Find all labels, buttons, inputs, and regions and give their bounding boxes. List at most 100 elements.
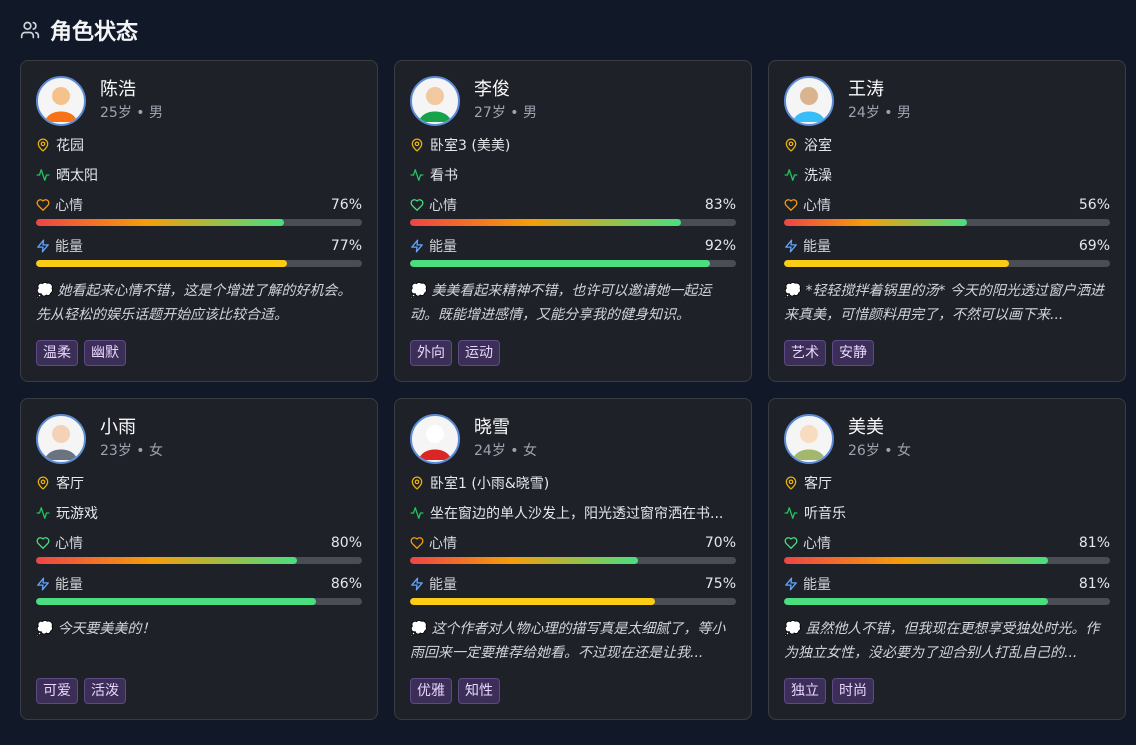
trait-tag[interactable]: 可爱 [36, 678, 78, 704]
map-pin-icon [36, 476, 50, 490]
card-header: 美美 26岁 • 女 [784, 413, 1110, 465]
trait-tag[interactable]: 外向 [410, 340, 452, 366]
trait-tag[interactable]: 活泼 [84, 678, 126, 704]
energy-bar-fill [36, 260, 288, 267]
energy-label: 能量 [429, 577, 457, 593]
mood-value: 76% [330, 197, 362, 213]
energy-bar [36, 260, 362, 267]
energy-bar-fill [784, 260, 1009, 267]
character-card[interactable]: 小雨 23岁 • 女 客厅 玩游戏 心情 80% 能量 86% 💭 今天要美美的… [20, 398, 378, 720]
mood-value: 80% [330, 535, 362, 551]
card-header: 小雨 23岁 • 女 [36, 413, 362, 465]
page-header: 角色状态 [20, 0, 1116, 60]
activity-text: 玩游戏 [56, 506, 98, 522]
card-header: 陈浩 25岁 • 男 [36, 75, 362, 127]
card-header: 李俊 27岁 • 男 [410, 75, 736, 127]
trait-tags: 优雅 知性 [410, 678, 500, 704]
character-name: 王涛 [848, 79, 884, 100]
trait-tag[interactable]: 艺术 [784, 340, 826, 366]
heart-icon [410, 536, 424, 550]
energy-label: 能量 [429, 239, 457, 255]
energy-stat: 能量 77% [36, 236, 362, 267]
speech-bubble-icon: 💭 [36, 283, 54, 299]
trait-tag[interactable]: 独立 [784, 678, 826, 704]
energy-bar [784, 598, 1110, 605]
trait-tag[interactable]: 幽默 [84, 340, 126, 366]
avatar[interactable] [36, 76, 86, 126]
heart-icon [784, 198, 798, 212]
map-pin-icon [36, 138, 50, 152]
mood-label: 心情 [429, 536, 457, 552]
mood-label: 心情 [803, 198, 831, 214]
mood-label: 心情 [55, 536, 83, 552]
map-pin-icon [410, 138, 424, 152]
mood-stat: 心情 76% [36, 195, 362, 226]
mood-value: 56% [1078, 197, 1110, 213]
trait-tag[interactable]: 优雅 [410, 678, 452, 704]
energy-stat: 能量 92% [410, 236, 736, 267]
energy-stat: 能量 86% [36, 574, 362, 605]
energy-label: 能量 [803, 239, 831, 255]
location-text: 客厅 [56, 476, 84, 492]
energy-stat: 能量 81% [784, 574, 1110, 605]
trait-tag[interactable]: 温柔 [36, 340, 78, 366]
avatar[interactable] [784, 414, 834, 464]
character-meta: 24岁 • 男 [848, 105, 911, 121]
character-card[interactable]: 美美 26岁 • 女 客厅 听音乐 心情 81% 能量 81% 💭 虽然他人不错… [768, 398, 1126, 720]
trait-tags: 艺术 安静 [784, 340, 874, 366]
speech-bubble-icon: 💭 [410, 283, 428, 299]
mood-label: 心情 [429, 198, 457, 214]
map-pin-icon [784, 476, 798, 490]
energy-value: 77% [330, 238, 362, 254]
lightning-icon [36, 239, 50, 253]
mood-bar [784, 219, 1110, 226]
character-name: 陈浩 [100, 79, 136, 100]
mood-bar [410, 219, 736, 226]
energy-value: 92% [704, 238, 736, 254]
energy-label: 能量 [803, 577, 831, 593]
energy-label: 能量 [55, 239, 83, 255]
avatar[interactable] [410, 414, 460, 464]
users-icon [20, 20, 40, 40]
character-meta: 26岁 • 女 [848, 443, 911, 459]
character-card[interactable]: 王涛 24岁 • 男 浴室 洗澡 心情 56% 能量 69% 💭 *轻轻搅拌着锅… [768, 60, 1126, 382]
mood-label: 心情 [55, 198, 83, 214]
mood-value: 81% [1078, 535, 1110, 551]
location-text: 浴室 [804, 138, 832, 154]
thought-text: 💭 虽然他人不错，但我现在更想享受独处时光。作为独立女性，没必要为了迎合别人打乱自… [784, 617, 1110, 665]
location-row: 卧室1 (小雨&晓雪) [410, 473, 736, 493]
map-pin-icon [784, 138, 798, 152]
trait-tag[interactable]: 时尚 [832, 678, 874, 704]
lightning-icon [784, 239, 798, 253]
map-pin-icon [410, 476, 424, 490]
character-name: 小雨 [100, 417, 136, 438]
character-card[interactable]: 陈浩 25岁 • 男 花园 晒太阳 心情 76% 能量 77% 💭 她看起来心情… [20, 60, 378, 382]
thought-content: 美美看起来精神不错，也许可以邀请她一起运动。既能增进感情，又能分享我的健身知识。 [410, 283, 712, 323]
page-title: 角色状态 [50, 20, 139, 45]
page: 角色状态 陈浩 25岁 • 男 花园 晒太阳 心情 76% 能量 77% 💭 她… [0, 0, 1136, 745]
avatar[interactable] [410, 76, 460, 126]
lightning-icon [410, 239, 424, 253]
mood-bar-fill [784, 557, 1049, 564]
trait-tag[interactable]: 安静 [832, 340, 874, 366]
character-card[interactable]: 晓雪 24岁 • 女 卧室1 (小雨&晓雪) 坐在窗边的单人沙发上，阳光透过窗帘… [394, 398, 752, 720]
lightning-icon [36, 577, 50, 591]
avatar[interactable] [36, 414, 86, 464]
trait-tags: 可爱 活泼 [36, 678, 126, 704]
heart-icon [36, 198, 50, 212]
location-row: 客厅 [784, 473, 1110, 493]
speech-bubble-icon: 💭 [784, 621, 802, 637]
mood-bar [410, 557, 736, 564]
energy-bar-fill [410, 260, 710, 267]
energy-bar-fill [784, 598, 1049, 605]
mood-bar [36, 557, 362, 564]
activity-text: 晒太阳 [56, 168, 98, 184]
activity-icon [36, 168, 50, 182]
trait-tag[interactable]: 运动 [458, 340, 500, 366]
character-card[interactable]: 李俊 27岁 • 男 卧室3 (美美) 看书 心情 83% 能量 92% 💭 美… [394, 60, 752, 382]
trait-tag[interactable]: 知性 [458, 678, 500, 704]
mood-bar [784, 557, 1110, 564]
avatar[interactable] [784, 76, 834, 126]
energy-bar-fill [410, 598, 655, 605]
thought-content: *轻轻搅拌着锅里的汤* 今天的阳光透过窗户洒进来真美，可惜颜料用完了，不然可以画… [784, 283, 1104, 323]
